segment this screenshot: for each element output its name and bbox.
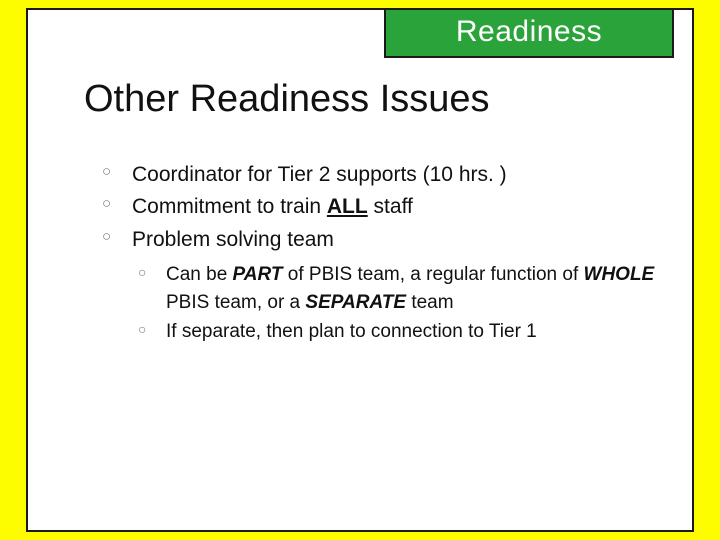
emphasis-italic: PART [233,264,283,285]
bullet-text: PBIS team, or a [166,292,305,313]
emphasis-underline: ALL [327,195,368,218]
bullet-text: staff [368,195,413,218]
bullet-text: Commitment to train [132,195,327,218]
list-item: Coordinator for Tier 2 supports (10 hrs.… [98,160,662,190]
list-item: Problem solving team Can be PART of PBIS… [98,225,662,346]
bullet-text: Problem solving team [132,228,334,251]
bullet-text: Can be [166,264,233,285]
bullet-list: Coordinator for Tier 2 supports (10 hrs.… [98,160,662,346]
list-item: If separate, then plan to connection to … [132,318,662,346]
slide-body: Coordinator for Tier 2 supports (10 hrs.… [98,160,662,348]
slide-card: Readiness Other Readiness Issues Coordin… [26,8,694,532]
bullet-text: If separate, then plan to connection to … [166,321,537,342]
bullet-text: Coordinator for Tier 2 supports (10 hrs.… [132,163,507,186]
emphasis-italic: SEPARATE [305,292,406,313]
bullet-text: team [406,292,454,313]
sub-bullet-list: Can be PART of PBIS team, a regular func… [132,261,662,346]
readiness-tag: Readiness [384,8,674,58]
list-item: Commitment to train ALL staff [98,192,662,222]
bullet-text: of PBIS team, a regular function of [283,264,584,285]
emphasis-italic: WHOLE [584,264,655,285]
slide-title: Other Readiness Issues [84,78,490,121]
list-item: Can be PART of PBIS team, a regular func… [132,261,662,316]
